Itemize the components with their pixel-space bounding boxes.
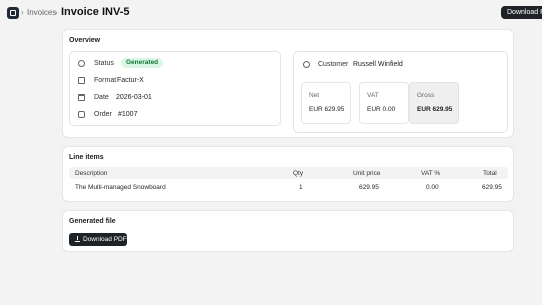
- row-qty: 1: [299, 184, 303, 191]
- generated-file-title: Generated file: [69, 218, 116, 225]
- date-label: Date: [94, 94, 109, 101]
- download-pdf-button[interactable]: Download PDF: [501, 6, 542, 19]
- overview-card: Overview Status Generated Format Factur-…: [62, 29, 514, 138]
- line-items-header: Description Qty Unit price VAT % Total: [69, 167, 508, 179]
- format-row: Format Factur-X: [70, 75, 280, 87]
- info-icon: [78, 60, 85, 67]
- column-header-vat: VAT %: [421, 170, 441, 177]
- status-label: Status: [94, 60, 114, 67]
- status-badge: Generated: [121, 58, 164, 68]
- download-icon: [75, 236, 80, 242]
- column-header-qty: Qty: [293, 170, 304, 177]
- gross-value: EUR 629.95: [417, 106, 453, 113]
- line-items-title: Line items: [69, 154, 104, 161]
- download-pdf-label: Download PDF: [83, 236, 127, 243]
- row-total: 629.95: [482, 184, 502, 191]
- gross-total-card: Gross EUR 629.95: [409, 82, 459, 124]
- row-description: The Multi-managed Snowboard: [75, 184, 166, 191]
- generated-file-card: Generated file Download PDF: [62, 210, 514, 252]
- status-row: Status Generated: [70, 58, 280, 70]
- overview-title: Overview: [69, 37, 101, 44]
- order-label: Order: [94, 111, 112, 118]
- net-total-card: Net EUR 629.95: [301, 82, 351, 124]
- breadcrumb-separator: ›: [55, 8, 58, 17]
- table-row: The Multi-managed Snowboard 1 629.95 0.0…: [69, 181, 508, 193]
- column-header-total: Total: [483, 170, 497, 177]
- gross-label: Gross: [417, 92, 435, 99]
- date-row: Date 2026-03-01: [70, 92, 280, 104]
- order-box-icon: [78, 111, 85, 118]
- breadcrumb-separator: ›: [21, 8, 24, 17]
- vat-label: VAT: [367, 92, 379, 99]
- column-header-unit-price: Unit price: [353, 170, 381, 177]
- download-pdf-file-button[interactable]: Download PDF: [69, 233, 127, 246]
- customer-icon: [303, 61, 310, 68]
- net-value: EUR 629.95: [309, 106, 345, 113]
- order-row: Order #1007: [70, 109, 280, 121]
- row-vat: 0.00: [426, 184, 439, 191]
- format-value: Factur-X: [117, 77, 144, 84]
- row-unit-price: 629.95: [359, 184, 379, 191]
- line-items-card: Line items Description Qty Unit price VA…: [62, 146, 514, 202]
- customer-totals-panel: Customer Russell Winfield Net EUR 629.95…: [293, 51, 508, 133]
- column-header-description: Description: [75, 170, 108, 177]
- order-link[interactable]: #1007: [118, 111, 137, 118]
- calendar-icon: [78, 94, 85, 101]
- page-title: Invoice INV-5: [61, 6, 130, 18]
- vat-value: EUR 0.00: [367, 106, 396, 113]
- net-label: Net: [309, 92, 320, 99]
- document-icon: [78, 77, 85, 84]
- top-bar: › Invoices › Invoice INV-5 Download PDF: [0, 0, 542, 26]
- customer-name: Russell Winfield: [353, 61, 403, 68]
- breadcrumb-invoices-link[interactable]: Invoices: [27, 8, 56, 17]
- invoice-details-panel: Status Generated Format Factur-X Date 20…: [69, 51, 281, 126]
- format-label: Format: [94, 77, 117, 84]
- customer-label: Customer: [318, 61, 349, 68]
- date-value: 2026-03-01: [116, 94, 152, 101]
- vat-total-card: VAT EUR 0.00: [359, 82, 409, 124]
- app-home-icon[interactable]: [7, 7, 19, 19]
